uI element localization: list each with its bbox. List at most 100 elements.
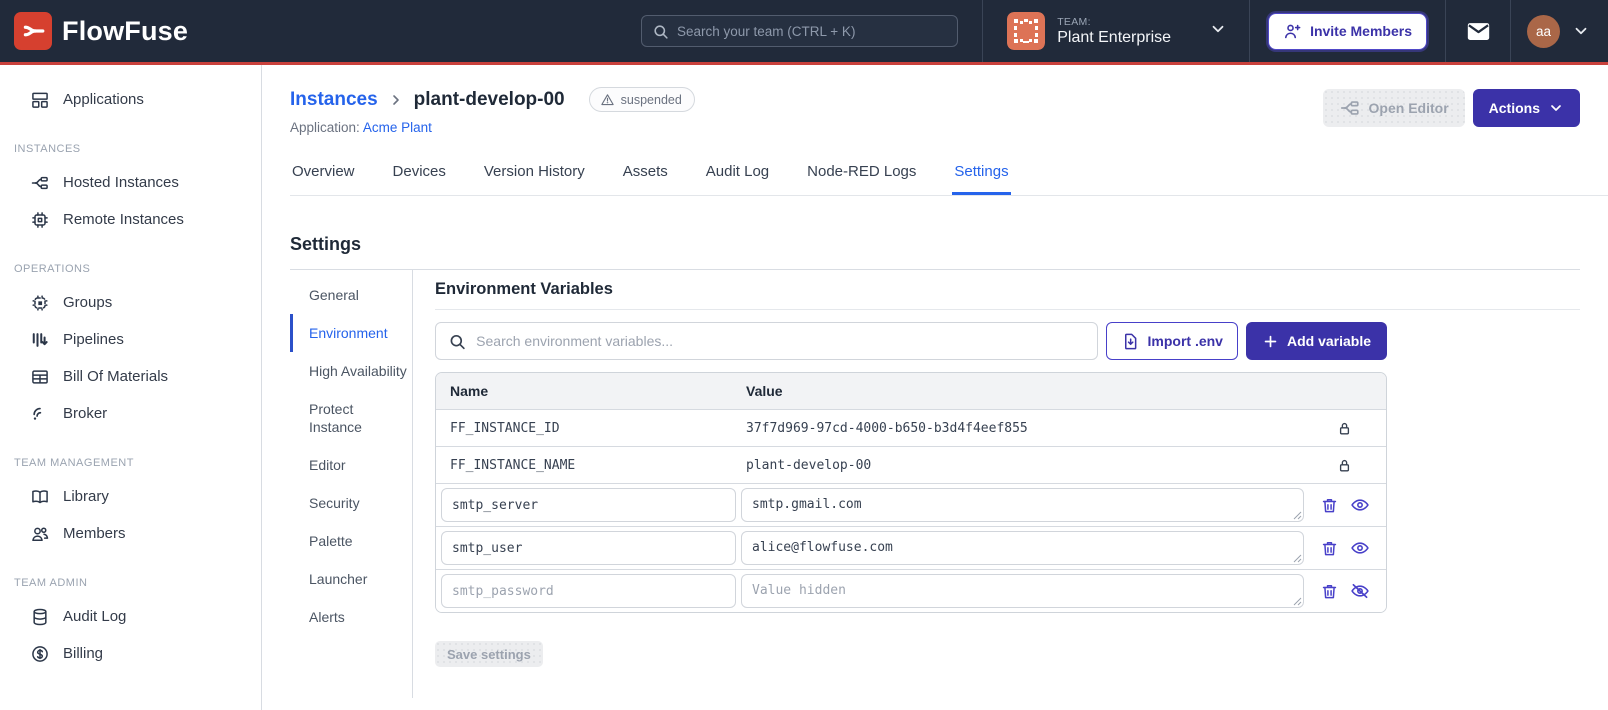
tab-node-red-logs[interactable]: Node-RED Logs (805, 157, 918, 195)
table-row: FF_INSTANCE_ID 37f7d969-97cd-4000-b650-b… (436, 409, 1386, 446)
eye-off-icon (1351, 583, 1369, 599)
settings-nav-general[interactable]: General (290, 276, 410, 314)
sidebar-item-broker[interactable]: Broker (0, 395, 261, 432)
column-header-name: Name (450, 383, 489, 399)
status-badge-label: suspended (620, 92, 682, 107)
env-search-input[interactable] (476, 333, 1085, 349)
envelope-icon (1467, 22, 1489, 40)
sidebar: Applications INSTANCES Hosted Instances … (0, 65, 262, 710)
table-row: smtp.gmail.com (436, 483, 1386, 526)
sidebar-item-label: Bill Of Materials (63, 368, 169, 385)
groups-icon (32, 294, 48, 311)
settings-nav-security[interactable]: Security (290, 484, 410, 522)
env-search[interactable] (435, 322, 1098, 360)
sidebar-item-members[interactable]: Members (0, 515, 261, 552)
main-content: Instances plant-develop-00 suspended App… (262, 65, 1608, 710)
team-search-input[interactable] (677, 23, 947, 39)
sidebar-item-applications[interactable]: Applications (0, 81, 261, 118)
tab-version-history[interactable]: Version History (482, 157, 587, 195)
sidebar-item-bill-of-materials[interactable]: Bill Of Materials (0, 358, 261, 395)
env-name-input[interactable] (441, 488, 736, 522)
settings-nav-launcher[interactable]: Launcher (290, 560, 410, 598)
node-red-icon (1340, 101, 1359, 115)
sidebar-item-groups[interactable]: Groups (0, 284, 261, 321)
env-name-input[interactable] (441, 574, 736, 608)
import-env-button[interactable]: Import .env (1105, 322, 1238, 360)
env-name-input[interactable] (441, 531, 736, 565)
library-icon (32, 489, 48, 503)
environment-panel: Environment Variables Import .env (413, 270, 1580, 698)
table-row: alice@flowfuse.com (436, 526, 1386, 569)
sidebar-item-label: Billing (63, 645, 104, 662)
open-editor-button[interactable]: Open Editor (1322, 89, 1465, 127)
trash-icon (1322, 541, 1336, 555)
tab-devices[interactable]: Devices (391, 157, 448, 195)
show-value-button[interactable] (1350, 538, 1370, 558)
instance-name: plant-develop-00 (413, 88, 565, 110)
settings-nav-environment[interactable]: Environment (290, 314, 410, 352)
user-avatar: aa (1527, 14, 1560, 48)
pipelines-icon (32, 332, 48, 347)
notifications-button[interactable] (1465, 18, 1492, 45)
sidebar-item-label: Hosted Instances (63, 174, 179, 191)
search-icon (654, 24, 668, 39)
sidebar-section-team-admin: TEAM ADMIN (14, 577, 88, 589)
settings-nav-alerts[interactable]: Alerts (290, 598, 410, 636)
sidebar-section-instances: INSTANCES (14, 143, 81, 155)
env-value-textarea[interactable]: smtp.gmail.com (741, 488, 1304, 522)
env-value-textarea[interactable] (741, 574, 1304, 608)
hide-value-button[interactable] (1350, 581, 1370, 601)
actions-button[interactable]: Actions (1472, 89, 1580, 127)
env-value-textarea[interactable]: alice@flowfuse.com (741, 531, 1304, 565)
lock-icon (1302, 457, 1386, 474)
team-search[interactable] (641, 15, 958, 47)
team-selector[interactable]: TEAM: Plant Enterprise (983, 0, 1249, 62)
settings-nav-protect-instance[interactable]: Protect Instance (290, 390, 410, 446)
sidebar-item-remote-instances[interactable]: Remote Instances (0, 201, 261, 238)
user-menu[interactable]: aa (1511, 14, 1608, 48)
brand[interactable]: FlowFuse (14, 0, 188, 62)
actions-label: Actions (1488, 100, 1540, 116)
search-icon (450, 334, 465, 349)
settings-nav-palette[interactable]: Palette (290, 522, 410, 560)
delete-variable-button[interactable] (1320, 539, 1339, 558)
delete-variable-button[interactable] (1320, 496, 1339, 515)
tab-audit-log[interactable]: Audit Log (704, 157, 771, 195)
env-variables-table: Name Value FF_INSTANCE_ID 37f7d969-97cd-… (435, 372, 1387, 613)
trash-icon (1322, 498, 1336, 512)
bill-of-materials-icon (32, 369, 48, 384)
sidebar-item-billing[interactable]: Billing (0, 635, 261, 672)
sidebar-item-label: Groups (63, 294, 113, 311)
invite-members-label: Invite Members (1310, 23, 1412, 39)
navbar-right: TEAM: Plant Enterprise Invite Members aa (982, 0, 1608, 62)
sidebar-item-hosted-instances[interactable]: Hosted Instances (0, 164, 261, 201)
delete-variable-button[interactable] (1320, 582, 1339, 601)
add-variable-label: Add variable (1286, 333, 1371, 349)
show-value-button[interactable] (1350, 495, 1370, 515)
sidebar-item-label: Remote Instances (63, 211, 184, 228)
sidebar-item-pipelines[interactable]: Pipelines (0, 321, 261, 358)
chevron-down-icon (1209, 20, 1227, 43)
audit-log-icon (33, 608, 47, 625)
invite-members-button[interactable]: Invite Members (1268, 12, 1427, 50)
team-name: Plant Enterprise (1057, 28, 1172, 46)
application-link[interactable]: Acme Plant (363, 120, 432, 135)
tab-assets[interactable]: Assets (621, 157, 670, 195)
flowfuse-logo-icon (14, 12, 52, 50)
broker-icon (33, 407, 42, 420)
sidebar-item-library[interactable]: Library (0, 478, 261, 515)
sidebar-item-audit-log[interactable]: Audit Log (0, 598, 261, 635)
sidebar-section-operations: OPERATIONS (14, 263, 91, 275)
settings-nav-editor[interactable]: Editor (290, 446, 410, 484)
breadcrumb-instances-link[interactable]: Instances (290, 89, 378, 111)
eye-icon (1351, 499, 1369, 511)
tab-settings[interactable]: Settings (952, 157, 1011, 195)
settings-nav-high-availability[interactable]: High Availability (290, 352, 410, 390)
tab-overview[interactable]: Overview (290, 157, 357, 195)
save-settings-button[interactable]: Save settings (435, 641, 543, 667)
env-value: 37f7d969-97cd-4000-b650-b3d4f4eef855 (746, 420, 1028, 436)
user-add-icon (1285, 24, 1301, 38)
panel-title: Environment Variables (435, 280, 1580, 310)
sidebar-section-team-management: TEAM MANAGEMENT (14, 457, 134, 469)
add-variable-button[interactable]: Add variable (1245, 322, 1387, 360)
